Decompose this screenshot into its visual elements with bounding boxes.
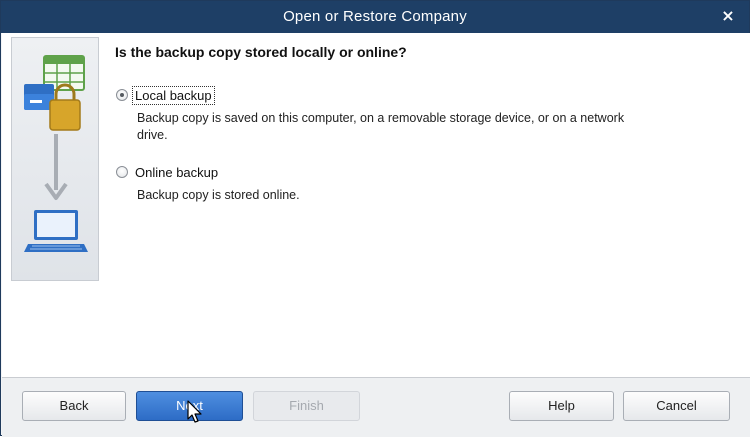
- local-backup-description: Backup copy is saved on this computer, o…: [137, 111, 625, 142]
- close-icon[interactable]: ×: [717, 4, 739, 28]
- radio-selected-dot: [120, 93, 124, 97]
- next-button[interactable]: Next: [136, 391, 243, 421]
- title-bar: Open or Restore Company ×: [1, 1, 749, 33]
- window-title: Open or Restore Company: [283, 8, 467, 25]
- side-illustration: [11, 37, 99, 281]
- lock-icon: [49, 83, 81, 131]
- dialog-content: Is the backup copy stored locally or onl…: [2, 33, 750, 377]
- online-backup-radio[interactable]: [116, 166, 128, 178]
- down-arrow-icon: [44, 134, 68, 200]
- online-backup-description: Backup copy is stored online.: [137, 188, 300, 202]
- finish-button: Finish: [253, 391, 360, 421]
- local-backup-label[interactable]: Local backup: [132, 86, 215, 105]
- dialog-window: Open or Restore Company × Is the backup …: [0, 0, 750, 437]
- local-backup-radio[interactable]: [116, 89, 128, 101]
- back-button[interactable]: Back: [22, 391, 126, 421]
- help-button[interactable]: Help: [509, 391, 614, 421]
- online-backup-label[interactable]: Online backup: [133, 164, 220, 181]
- question-heading: Is the backup copy stored locally or onl…: [115, 44, 407, 60]
- illustration-graphic: [24, 55, 88, 252]
- button-bar: Back Next Finish Help Cancel: [2, 377, 750, 437]
- laptop-icon: [24, 210, 88, 252]
- cancel-button[interactable]: Cancel: [623, 391, 730, 421]
